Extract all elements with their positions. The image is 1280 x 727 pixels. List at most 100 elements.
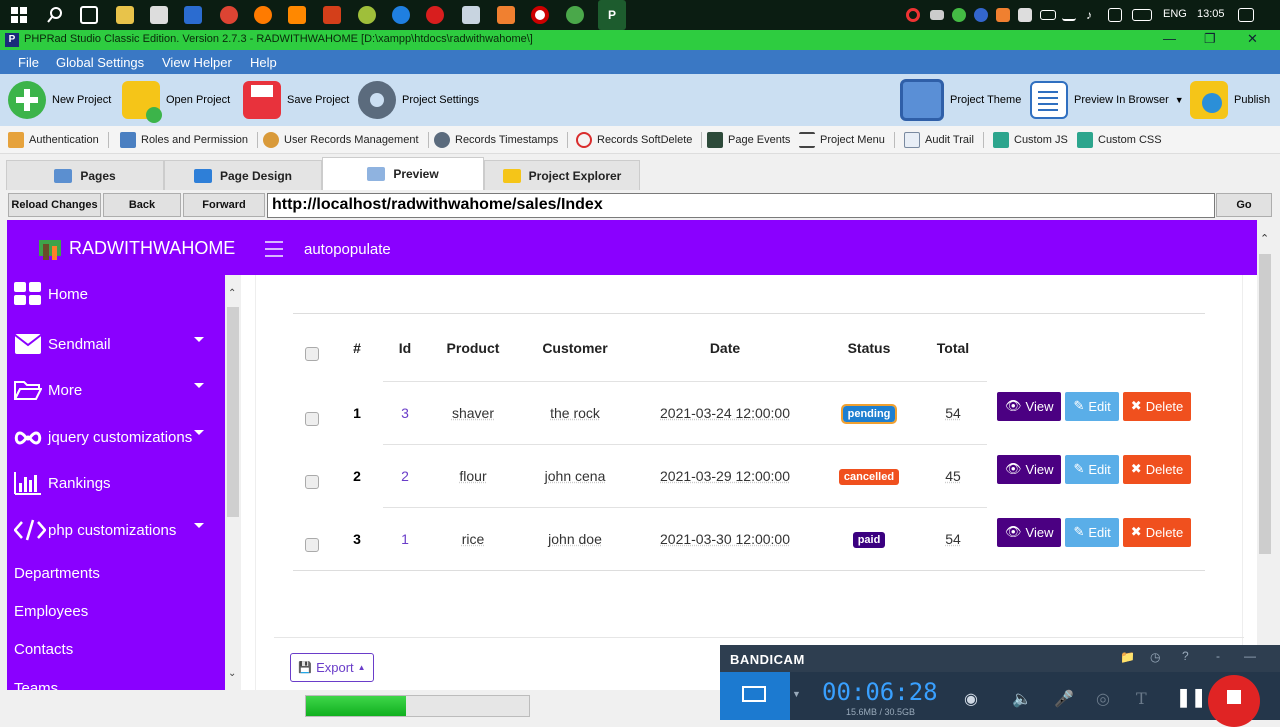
volume-icon[interactable]: ♪: [1086, 8, 1100, 22]
project-menu-button[interactable]: Project Menu: [799, 132, 895, 148]
firefox-icon[interactable]: [254, 6, 272, 24]
xampp-icon[interactable]: [497, 6, 515, 24]
id-link[interactable]: 3: [401, 405, 409, 421]
tab-page-design[interactable]: Page Design: [164, 160, 322, 190]
customer-value[interactable]: the rock: [550, 405, 600, 421]
tray-icon[interactable]: [952, 8, 966, 22]
opera-icon[interactable]: [426, 6, 444, 24]
id-link[interactable]: 2: [401, 468, 409, 484]
row-checkbox[interactable]: [305, 412, 319, 426]
sidebar-item-php-customizations[interactable]: php customizations: [14, 518, 218, 542]
column-header[interactable]: Customer: [519, 314, 631, 382]
column-header[interactable]: Status: [819, 314, 919, 382]
tray-icon[interactable]: [1108, 8, 1122, 22]
menu-help[interactable]: Help: [250, 55, 277, 70]
tab-pages[interactable]: Pages: [6, 160, 164, 190]
app-icon[interactable]: [566, 6, 584, 24]
roles-permission-button[interactable]: Roles and Permission: [120, 132, 258, 148]
app-icon[interactable]: [358, 6, 376, 24]
menu-global-settings[interactable]: Global Settings: [56, 55, 144, 70]
collapse-icon[interactable]: —: [1244, 649, 1256, 663]
customer-value[interactable]: john doe: [548, 531, 602, 547]
webcam-icon[interactable]: ◉: [964, 689, 978, 709]
customer-value[interactable]: john cena: [545, 468, 606, 484]
publish-button[interactable]: Publish: [1190, 80, 1270, 120]
status-badge[interactable]: paid: [853, 532, 886, 548]
status-badge[interactable]: cancelled: [839, 469, 899, 485]
scroll-down-icon[interactable]: ⌄: [228, 668, 236, 679]
text-icon[interactable]: T: [1136, 689, 1147, 708]
reload-changes-button[interactable]: Reload Changes: [8, 193, 101, 217]
screen-mode-button[interactable]: [720, 672, 790, 720]
view-button[interactable]: 👁 View: [997, 392, 1061, 421]
view-button[interactable]: 👁 View: [997, 518, 1061, 547]
dropdown-caret-icon[interactable]: ▼: [1175, 95, 1184, 105]
folder-icon[interactable]: 📁: [1120, 650, 1135, 664]
user-records-button[interactable]: User Records Management: [263, 132, 429, 148]
vlc-icon[interactable]: [288, 6, 306, 24]
tray-icon[interactable]: [974, 8, 988, 22]
records-softdelete-button[interactable]: Records SoftDelete: [576, 132, 702, 148]
id-link[interactable]: 1: [401, 531, 409, 547]
forward-button[interactable]: Forward: [183, 193, 265, 217]
tray-icon[interactable]: [996, 8, 1010, 22]
preview-in-browser-button[interactable]: Preview In Browser ▼: [1030, 80, 1184, 120]
notifications-icon[interactable]: [1238, 8, 1254, 22]
hamburger-menu-icon[interactable]: [265, 241, 283, 262]
row-checkbox[interactable]: [305, 538, 319, 552]
total-value[interactable]: 45: [945, 468, 961, 484]
edit-button[interactable]: ✎ Edit: [1065, 518, 1118, 547]
row-checkbox[interactable]: [305, 475, 319, 489]
stop-recording-button[interactable]: [1208, 675, 1260, 727]
scroll-thumb[interactable]: [1259, 254, 1271, 554]
scroll-thumb[interactable]: [227, 307, 239, 517]
scroll-up-icon[interactable]: ⌃: [1260, 232, 1269, 245]
restore-button[interactable]: ❐: [1204, 31, 1216, 47]
new-project-button[interactable]: New Project: [8, 80, 111, 120]
column-header[interactable]: Product: [427, 314, 519, 382]
sidebar-item-sendmail[interactable]: Sendmail: [14, 332, 218, 356]
edge-icon[interactable]: [392, 6, 410, 24]
date-value[interactable]: 2021-03-29 12:00:00: [660, 468, 790, 484]
sidebar-item-home[interactable]: Home: [14, 282, 88, 306]
language-indicator[interactable]: ENG: [1163, 8, 1187, 20]
tab-preview[interactable]: Preview: [322, 157, 484, 190]
app-icon[interactable]: [323, 6, 341, 24]
open-project-button[interactable]: Open Project: [122, 80, 230, 120]
sidebar-item-more[interactable]: More: [14, 378, 218, 402]
export-button[interactable]: 💾 Export ▲: [290, 653, 374, 682]
notepad-icon[interactable]: [150, 6, 168, 24]
cursor-icon[interactable]: ◎: [1096, 689, 1110, 709]
search-icon[interactable]: [46, 6, 64, 24]
audit-trail-button[interactable]: Audit Trail: [904, 132, 984, 148]
sidebar-item-jquery-customizations[interactable]: jquery customizations: [14, 425, 218, 449]
custom-css-button[interactable]: Custom CSS: [1077, 132, 1162, 148]
project-theme-button[interactable]: Project Theme: [900, 80, 1021, 120]
date-value[interactable]: 2021-03-24 12:00:00: [660, 405, 790, 421]
menu-file[interactable]: File: [18, 55, 39, 70]
brand-name[interactable]: RADWITHWAHOME: [69, 238, 235, 259]
pause-icon[interactable]: ❚❚: [1176, 687, 1206, 708]
sidebar-item-departments[interactable]: Departments: [14, 565, 100, 582]
sidebar-item-rankings[interactable]: Rankings: [14, 471, 111, 495]
save-project-button[interactable]: Save Project: [243, 80, 349, 120]
chevron-down-icon[interactable]: ▼: [792, 689, 801, 699]
date-value[interactable]: 2021-03-30 12:00:00: [660, 531, 790, 547]
delete-button[interactable]: ✖ Delete: [1123, 518, 1191, 547]
delete-button[interactable]: ✖ Delete: [1123, 455, 1191, 484]
column-header[interactable]: Total: [919, 314, 987, 382]
menu-view-helper[interactable]: View Helper: [162, 55, 232, 70]
product-value[interactable]: shaver: [452, 405, 494, 421]
tab-project-explorer[interactable]: Project Explorer: [484, 160, 640, 190]
go-button[interactable]: Go: [1216, 193, 1272, 217]
keyboard-icon[interactable]: [1132, 9, 1152, 21]
product-value[interactable]: rice: [462, 531, 485, 547]
sidebar-item-employees[interactable]: Employees: [14, 603, 88, 620]
clock[interactable]: 13:05: [1197, 8, 1225, 20]
microphone-icon[interactable]: 🎤: [1054, 689, 1074, 709]
back-button[interactable]: Back: [103, 193, 181, 217]
sidebar-scrollbar[interactable]: ⌃ ⌄: [225, 275, 241, 690]
phprad-icon[interactable]: P: [598, 0, 626, 30]
total-value[interactable]: 54: [945, 405, 961, 421]
sidebar-item-contacts[interactable]: Contacts: [14, 641, 73, 658]
